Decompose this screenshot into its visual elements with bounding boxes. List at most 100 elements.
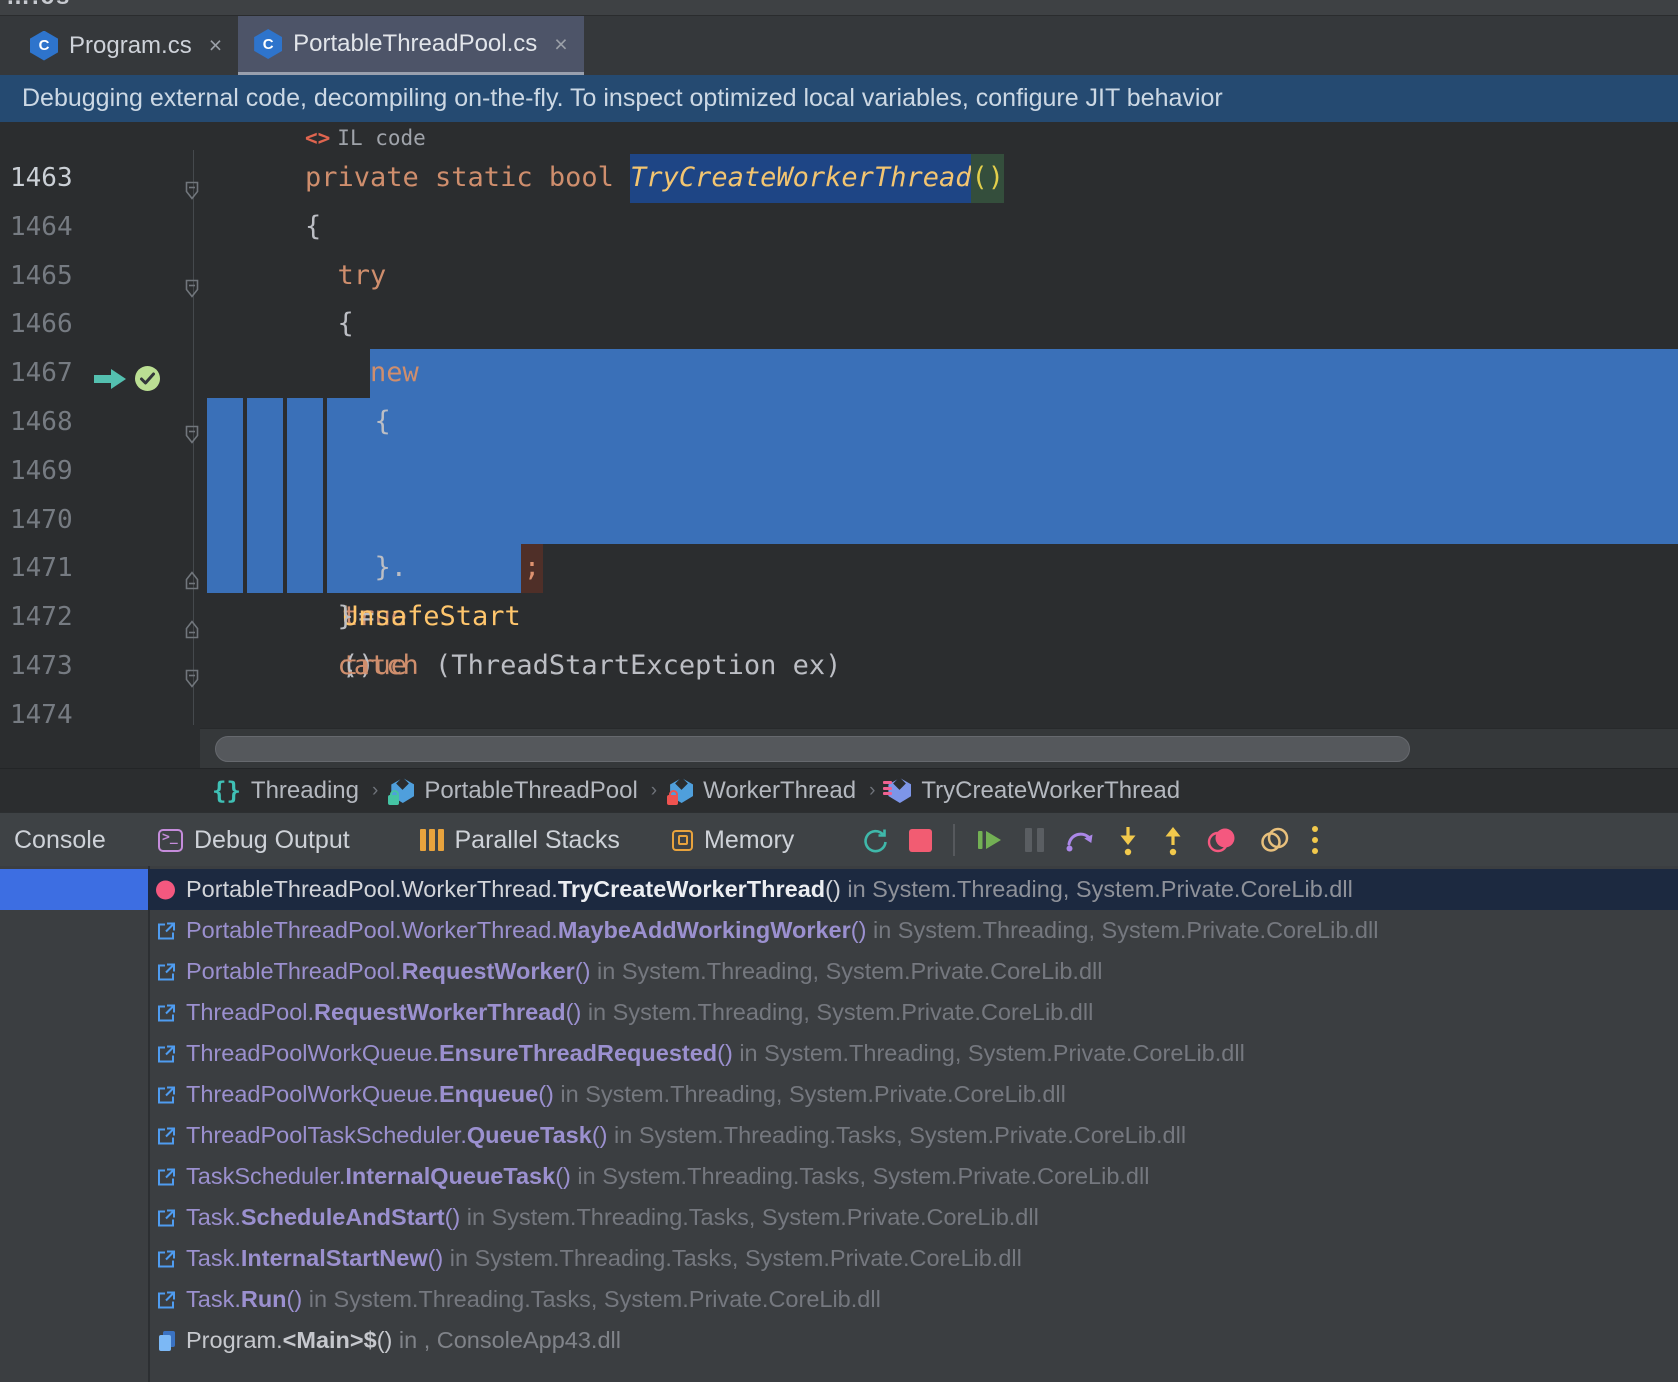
code-line[interactable]: 1466 { (0, 300, 1678, 349)
code-line[interactable]: 1467 new Thread(PortableThreadPool.Worke… (0, 349, 1678, 398)
tab-portablethreadpool-cs[interactable]: C PortableThreadPool.cs × (238, 16, 584, 75)
frame-m: RequestWorker (402, 958, 575, 984)
frame-loc: in System.Threading, System.Private.Core… (597, 958, 1102, 984)
scrollbar-thumb[interactable] (215, 736, 1410, 762)
stack-frame-row[interactable]: ThreadPoolWorkQueue.Enqueue() in System.… (0, 1074, 1678, 1115)
class-icon (391, 778, 414, 803)
stack-frame-row[interactable]: Task.ScheduleAndStart() in System.Thread… (0, 1197, 1678, 1238)
view-breakpoints-button[interactable] (1206, 826, 1239, 854)
stack-frame-row[interactable]: TaskScheduler.InternalQueueTask() in Sys… (0, 1156, 1678, 1197)
breadcrumb-item-trycreateworkerthread[interactable]: TryCreateWorkerThread (888, 777, 1180, 805)
horizontal-scrollbar[interactable] (200, 728, 1678, 768)
frame-m: QueueTask (467, 1122, 592, 1148)
selection-highlight: { (342, 398, 1678, 447)
code-line[interactable]: 1465 try (0, 252, 1678, 301)
step-over-button[interactable] (1065, 827, 1095, 854)
frame-text: ThreadPoolWorkQueue.EnsureThreadRequeste… (186, 1033, 1245, 1074)
frame-loc: in System.Threading.Tasks, System.Privat… (467, 1204, 1039, 1230)
frame-text: ThreadPoolTaskScheduler.QueueTask() in S… (186, 1115, 1186, 1156)
frame-pre: ThreadPoolWorkQueue. (186, 1040, 439, 1066)
tab-debug-output[interactable]: >_ Debug Output (158, 813, 350, 867)
tab-console[interactable]: Console (14, 813, 106, 867)
stack-frame-row[interactable]: PortableThreadPool.RequestWorker() in Sy… (0, 951, 1678, 992)
code-line[interactable]: 1469 IsThreadPoolThread = true, (0, 447, 1678, 496)
rerun-debugger-button[interactable] (860, 826, 888, 854)
frame-text: Task.Run() in System.Threading.Tasks, Sy… (186, 1279, 881, 1320)
debug-toolbar: Console >_ Debug Output Parallel Stacks … (0, 812, 1678, 867)
close-icon[interactable]: × (554, 31, 567, 58)
code-text: IsBackground = true (207, 496, 1678, 545)
frame-par: () (377, 1327, 399, 1353)
line-number: 1472 (10, 593, 80, 642)
code-line[interactable]: 1472 } (0, 593, 1678, 642)
frame-text: PortableThreadPool.WorkerThread.TryCreat… (186, 869, 1353, 910)
code-token: () (971, 154, 1004, 203)
indent-pad (207, 593, 305, 642)
more-options-button[interactable] (1312, 826, 1318, 854)
line-number: 1469 (10, 447, 80, 496)
code-line[interactable]: 1463private static bool TryCreateWorkerT… (0, 154, 1678, 203)
code-line[interactable]: 1470 IsBackground = true (0, 496, 1678, 545)
code-line[interactable]: 1473 catch (ThreadStartException ex) (0, 642, 1678, 691)
indent-pad (207, 349, 305, 398)
line-number: 1474 (10, 691, 80, 740)
code-text: { (207, 300, 1678, 349)
breadcrumb-label: Threading (251, 777, 359, 805)
clipped-title-text: ….cs (6, 0, 71, 11)
breakpoint-dot-icon (156, 880, 175, 899)
code-text: { (207, 398, 1678, 447)
code-token (342, 496, 1678, 545)
frame-text: ThreadPool.RequestWorkerThread() in Syst… (186, 992, 1093, 1033)
frame-par: () (445, 1204, 467, 1230)
stack-frame-row[interactable]: ThreadPoolTaskScheduler.QueueTask() in S… (0, 1115, 1678, 1156)
frame-loc: in System.Threading, System.Private.Core… (560, 1081, 1065, 1107)
stack-frame-row[interactable]: PortableThreadPool.WorkerThread.MaybeAdd… (0, 910, 1678, 951)
frame-text: PortableThreadPool.WorkerThread.MaybeAdd… (186, 910, 1378, 951)
selection-indent-stripes (207, 447, 342, 496)
line-number: 1471 (10, 544, 80, 593)
breadcrumb-item-threading[interactable]: {}Threading (212, 777, 359, 805)
method-icon (888, 778, 911, 803)
step-into-button[interactable] (1116, 825, 1140, 856)
stack-frame-row[interactable]: Program.<Main>$() in , ConsoleApp43.dll (0, 1320, 1678, 1361)
stack-frame-row[interactable]: ThreadPoolWorkQueue.EnsureThreadRequeste… (0, 1033, 1678, 1074)
code-token: try (305, 252, 386, 301)
debug-controls (860, 813, 1318, 867)
breadcrumb-label: PortableThreadPool (424, 777, 637, 805)
selected-thread-block[interactable] (0, 869, 148, 910)
code-line[interactable]: 1464{ (0, 203, 1678, 252)
breadcrumb-label: TryCreateWorkerThread (921, 777, 1180, 805)
code-text: } (207, 593, 1678, 642)
il-code-hint[interactable]: <>IL code (305, 122, 426, 154)
breadcrumb-item-portablethreadpool[interactable]: PortableThreadPool (391, 777, 637, 805)
step-out-button[interactable] (1161, 825, 1185, 856)
stack-frame-row[interactable]: ThreadPool.RequestWorkerThread() in Syst… (0, 992, 1678, 1033)
stop-button[interactable] (909, 829, 932, 852)
close-icon[interactable]: × (209, 32, 222, 59)
mute-breakpoints-button[interactable] (1260, 826, 1291, 854)
external-frame-icon (156, 1207, 177, 1228)
resume-button[interactable] (976, 827, 1004, 853)
code-line[interactable]: 1471 }.UnsafeStart(); (0, 544, 1678, 593)
line-number: 1465 (10, 252, 80, 301)
code-editor[interactable]: <>IL code 1463private static bool TryCre… (0, 122, 1678, 768)
toolbar-separator (953, 824, 955, 856)
frame-pre: TaskScheduler. (186, 1163, 345, 1189)
frame-m: EnsureThreadRequested (439, 1040, 717, 1066)
frame-par: () (592, 1122, 614, 1148)
code-line[interactable]: 1468 { (0, 398, 1678, 447)
editor-tab-bar: C Program.cs × C PortableThreadPool.cs × (0, 16, 1678, 75)
frame-m: MaybeAddWorkingWorker (558, 917, 851, 943)
breadcrumb-item-workerthread[interactable]: WorkerThread (670, 777, 856, 805)
tab-parallel-stacks[interactable]: Parallel Stacks (420, 813, 620, 867)
frame-text: Program.<Main>$() in , ConsoleApp43.dll (186, 1320, 621, 1361)
stack-frame-row[interactable]: PortableThreadPool.WorkerThread.TryCreat… (0, 869, 1678, 910)
stack-frame-row[interactable]: Task.InternalStartNew() in System.Thread… (0, 1238, 1678, 1279)
tab-program-cs[interactable]: C Program.cs × (14, 16, 238, 75)
pause-button[interactable] (1025, 828, 1044, 852)
stack-frame-row[interactable]: Task.Run() in System.Threading.Tasks, Sy… (0, 1279, 1678, 1320)
tab-memory[interactable]: Memory (672, 813, 794, 867)
window-top-strip: ….cs (0, 0, 1678, 16)
frame-pre: PortableThreadPool.WorkerThread. (186, 917, 558, 943)
decompile-notification-banner[interactable]: Debugging external code, decompiling on-… (0, 75, 1678, 122)
